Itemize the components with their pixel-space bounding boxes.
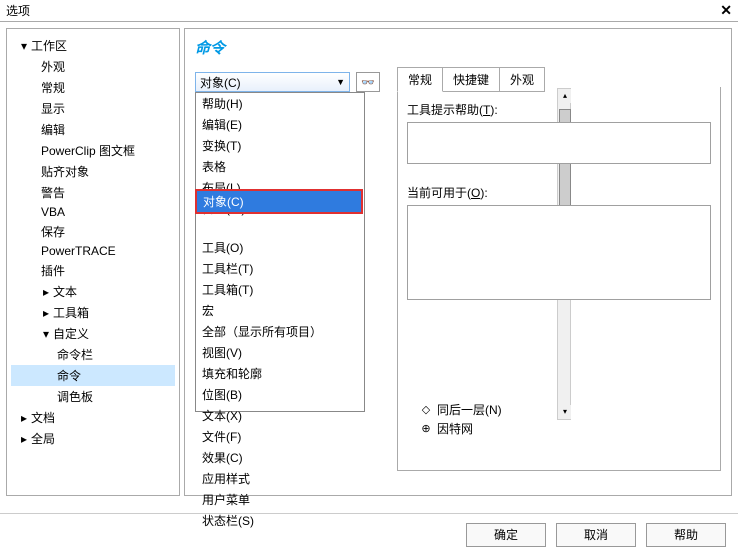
dropdown-item[interactable]: 全部（显示所有项目） <box>196 321 364 342</box>
chevron-down-icon[interactable] <box>19 39 29 53</box>
help-button[interactable]: 帮助 <box>646 523 726 547</box>
item-label: 同后一层(N) <box>437 401 502 418</box>
dropdown-item[interactable]: 工具箱(T) <box>196 279 364 300</box>
tree-toolbox[interactable]: 工具箱 <box>11 302 175 323</box>
dialog-footer: 确定 取消 帮助 <box>0 513 738 555</box>
window-title: 选项 <box>6 2 720 19</box>
tree-item[interactable]: 显示 <box>11 98 175 119</box>
tree-item[interactable]: 编辑 <box>11 119 175 140</box>
tree-text[interactable]: 文本 <box>11 281 175 302</box>
tree-item[interactable]: PowerClip 图文框 <box>11 140 175 161</box>
search-icon[interactable]: 👓 <box>356 72 380 92</box>
tree-item[interactable]: PowerTRACE <box>11 242 175 260</box>
panel-heading: 命令 <box>195 37 721 58</box>
dropdown-item[interactable]: 应用样式 <box>196 468 364 489</box>
tree-item[interactable]: VBA <box>11 203 175 221</box>
dropdown-item[interactable]: 帮助(H) <box>196 93 364 114</box>
category-tree[interactable]: 工作区 外观常规显示编辑PowerClip 图文框贴齐对象警告VBA保存Powe… <box>6 28 180 496</box>
dropdown-item[interactable]: 工具栏(T) <box>196 258 364 279</box>
close-icon[interactable]: ✕ <box>720 2 732 19</box>
tree-item[interactable]: 保存 <box>11 221 175 242</box>
chevron-down-icon[interactable] <box>41 327 51 341</box>
category-dropdown[interactable]: 对象(C) ▼ <box>195 72 350 92</box>
chevron-right-icon[interactable] <box>41 285 51 299</box>
dropdown-value: 对象(C) <box>200 74 336 91</box>
available-in-list[interactable] <box>407 205 711 300</box>
chevron-right-icon[interactable] <box>41 306 51 320</box>
tree-item[interactable]: 外观 <box>11 56 175 77</box>
item-icon: ◇ <box>419 404 433 416</box>
tooltip-help-label: 工具提示帮助(T): <box>407 101 711 118</box>
item-icon: ⊕ <box>419 423 433 435</box>
tree-item[interactable]: 调色板 <box>11 386 175 407</box>
content: 工作区 外观常规显示编辑PowerClip 图文框贴齐对象警告VBA保存Powe… <box>0 22 738 502</box>
category-dropdown-wrap: 对象(C) ▼ 帮助(H)编辑(E)变换(T)表格布局(L)窗口(W)对象(C)… <box>195 72 350 92</box>
tree-document[interactable]: 文档 <box>11 407 175 428</box>
chevron-right-icon[interactable] <box>19 411 29 425</box>
available-in-label: 当前可用于(O): <box>407 184 711 201</box>
dropdown-item[interactable]: 宏 <box>196 300 364 321</box>
scroll-down-icon[interactable]: ▾ <box>559 405 571 419</box>
tree-workspace[interactable]: 工作区 <box>11 35 175 56</box>
tree-item[interactable]: 常规 <box>11 77 175 98</box>
dropdown-item[interactable]: 变换(T) <box>196 135 364 156</box>
main-panel: 命令 对象(C) ▼ 帮助(H)编辑(E)变换(T)表格布局(L)窗口(W)对象… <box>184 28 732 496</box>
dropdown-item[interactable]: 状态栏(S) <box>196 510 364 531</box>
cancel-button[interactable]: 取消 <box>556 523 636 547</box>
tree-item[interactable]: 命令栏 <box>11 344 175 365</box>
ok-button[interactable]: 确定 <box>466 523 546 547</box>
chevron-right-icon[interactable] <box>19 432 29 446</box>
dropdown-list[interactable]: 帮助(H)编辑(E)变换(T)表格布局(L)窗口(W)对象(C) 工具(O)工具… <box>195 92 365 412</box>
command-list-visible-rows: ◇ 同后一层(N) ⊕ 因特网 <box>391 400 556 438</box>
dropdown-item[interactable]: 工具(O) <box>196 237 364 258</box>
dropdown-item[interactable]: 用户菜单 <box>196 489 364 510</box>
command-list-item[interactable]: ⊕ 因特网 <box>391 419 556 438</box>
title-bar: 选项 ✕ <box>0 0 738 22</box>
dropdown-item[interactable]: 文件(F) <box>196 426 364 447</box>
dropdown-item[interactable]: 表格 <box>196 156 364 177</box>
dropdown-item-selected[interactable]: 对象(C) <box>195 189 363 214</box>
tree-item[interactable]: 插件 <box>11 260 175 281</box>
command-list-item[interactable]: ◇ 同后一层(N) <box>391 400 556 419</box>
dropdown-item[interactable]: 视图(V) <box>196 342 364 363</box>
tab-panel-general: 工具提示帮助(T): 当前可用于(O): <box>397 87 721 308</box>
dropdown-item[interactable]: 编辑(E) <box>196 114 364 135</box>
tree-item[interactable]: 命令 <box>11 365 175 386</box>
tree-global[interactable]: 全局 <box>11 428 175 449</box>
dropdown-item[interactable]: 效果(C) <box>196 447 364 468</box>
tooltip-help-input[interactable] <box>407 122 711 164</box>
dropdown-item[interactable]: 文本(X) <box>196 405 364 426</box>
item-label: 因特网 <box>437 420 473 437</box>
dropdown-item[interactable]: 填充和轮廓 <box>196 363 364 384</box>
tree-item[interactable]: 警告 <box>11 182 175 203</box>
tree-customize[interactable]: 自定义 <box>11 323 175 344</box>
tree-item[interactable]: 贴齐对象 <box>11 161 175 182</box>
dropdown-item[interactable]: 位图(B) <box>196 384 364 405</box>
chevron-down-icon: ▼ <box>336 77 345 87</box>
